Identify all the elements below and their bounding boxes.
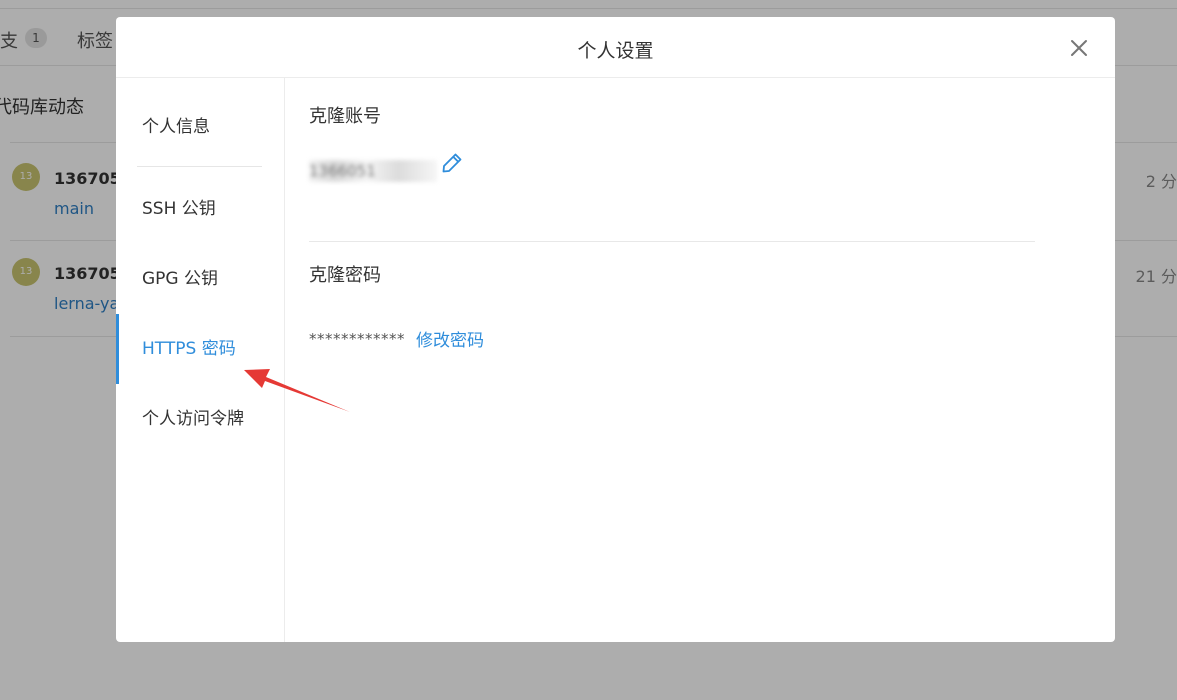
clone-password-label: 克隆密码: [309, 265, 381, 286]
sidebar-item-profile[interactable]: 个人信息: [116, 92, 284, 162]
clone-password-mask: ************: [309, 330, 405, 348]
settings-content: 克隆账号 1366051 克隆密码 ************ 修改密码: [286, 78, 1115, 642]
close-icon: [1071, 40, 1087, 56]
pencil-icon: [442, 153, 462, 173]
sidebar-item-https-password[interactable]: HTTPS 密码: [116, 314, 284, 384]
content-divider: [309, 241, 1035, 242]
sidebar-item-gpg-keys[interactable]: GPG 公钥: [116, 244, 284, 314]
settings-sidebar: 个人信息 SSH 公钥 GPG 公钥 HTTPS 密码 个人访问令牌: [116, 78, 285, 642]
dialog-title: 个人设置: [577, 40, 654, 62]
personal-settings-dialog: 个人设置 个人信息 SSH 公钥 GPG 公钥 HTTPS 密码 个人访问令牌 …: [116, 17, 1115, 642]
sidebar-item-ssh-keys[interactable]: SSH 公钥: [116, 174, 284, 244]
close-button[interactable]: [1066, 35, 1092, 61]
dialog-header: 个人设置: [116, 17, 1115, 78]
clone-account-value: 1366051: [309, 160, 437, 182]
clone-account-label: 克隆账号: [309, 106, 381, 127]
change-password-link[interactable]: 修改密码: [416, 326, 484, 351]
sidebar-item-access-tokens[interactable]: 个人访问令牌: [116, 384, 284, 454]
sidebar-divider: [137, 166, 262, 167]
edit-account-button[interactable]: [440, 151, 464, 175]
